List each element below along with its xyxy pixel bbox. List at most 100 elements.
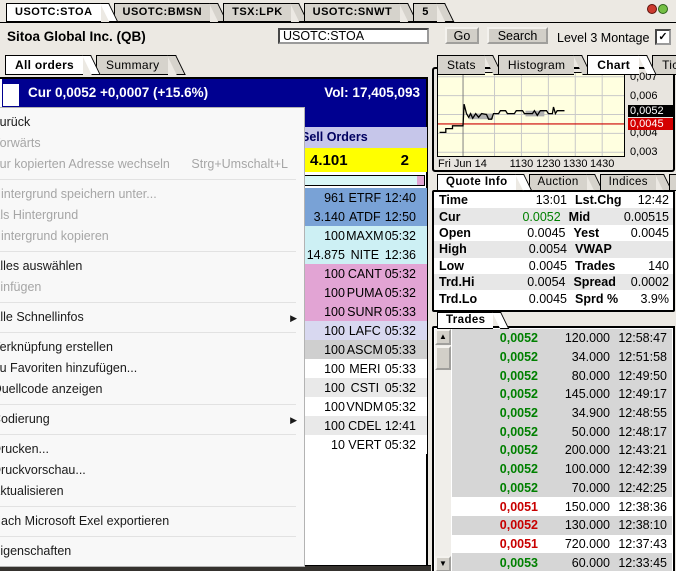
trade-row[interactable]: 0,0052 120.000 12:58:47 bbox=[452, 329, 672, 348]
order-time: 05:32 bbox=[385, 286, 427, 300]
best-ask-count: 2 bbox=[401, 152, 427, 169]
menu-item-label: Quellcode anzeigen bbox=[0, 382, 103, 396]
trade-size: 130.000 bbox=[538, 518, 610, 532]
montage-tab[interactable]: All orders bbox=[5, 55, 83, 75]
current-price-marker: 0,0052 bbox=[628, 105, 673, 117]
quote-label: Lst.Chg bbox=[567, 193, 633, 207]
menu-item[interactable]: Drucken... bbox=[0, 439, 304, 460]
red-indicator-icon[interactable] bbox=[647, 4, 657, 14]
green-indicator-icon[interactable] bbox=[658, 4, 668, 14]
menu-item[interactable]: Vorwärts bbox=[0, 133, 304, 154]
menu-item-group: Hintergrund speichern unter... bbox=[0, 184, 304, 205]
scroll-up-icon[interactable]: ▲ bbox=[435, 329, 451, 345]
window-tab[interactable]: USOTC:STOA bbox=[6, 3, 101, 22]
scroll-down-icon[interactable]: ▼ bbox=[435, 556, 451, 571]
trade-size: 100.000 bbox=[538, 462, 610, 476]
order-time: 05:32 bbox=[385, 229, 427, 243]
menu-item[interactable]: Eigenschaften bbox=[0, 541, 304, 562]
menu-item[interactable]: Alles auswählen bbox=[0, 256, 304, 277]
menu-item[interactable]: Alle Schnellinfos ▶ bbox=[0, 307, 304, 328]
menu-item-group: Nach Microsoft Exel exportieren bbox=[0, 511, 304, 537]
window-tab[interactable]: USOTC:BMSN bbox=[114, 3, 211, 22]
menu-item-label: Alle Schnellinfos bbox=[0, 310, 84, 324]
panel-tab[interactable]: Histogram bbox=[498, 55, 574, 75]
montage-tab-bar: All orders Summary bbox=[5, 55, 168, 75]
x-tick: Fri Jun 14 bbox=[438, 158, 498, 170]
quote-value: 0.0054 bbox=[494, 242, 567, 256]
menu-item[interactable]: Zurück bbox=[0, 112, 304, 133]
price-chart-svg bbox=[438, 73, 624, 156]
trade-price: 0,0052 bbox=[452, 387, 538, 401]
trade-row[interactable]: 0,0052 130.000 12:38:10 bbox=[452, 516, 672, 535]
level3-montage-checkbox[interactable]: ✓ bbox=[655, 29, 671, 45]
quote-value: 0.0054 bbox=[493, 275, 565, 289]
trade-row[interactable]: 0,0051 150.000 12:38:36 bbox=[452, 497, 672, 516]
order-time: 05:32 bbox=[385, 324, 427, 338]
trade-row[interactable]: 0,0052 70.000 12:42:25 bbox=[452, 479, 672, 498]
trades-tab[interactable]: Trades bbox=[437, 312, 493, 329]
market-maker-id: MAXM bbox=[345, 229, 385, 243]
trades-tab-bar: Trades bbox=[437, 312, 493, 329]
trade-row[interactable]: 0,0052 50.000 12:48:17 bbox=[452, 422, 672, 441]
search-button[interactable]: Search bbox=[487, 27, 548, 44]
x-tick: 1430 bbox=[585, 158, 619, 170]
market-maker-id: NITE bbox=[345, 248, 385, 262]
trade-size: 720.000 bbox=[538, 537, 610, 551]
quote-tab[interactable]: Indices bbox=[600, 174, 656, 191]
menu-item[interactable]: Aktualisieren bbox=[0, 481, 304, 502]
menu-item[interactable]: Zu Favoriten hinzufügen... bbox=[0, 358, 304, 379]
quote-value: 0.00515 bbox=[624, 210, 673, 224]
menu-item-group: Drucken... bbox=[0, 439, 304, 460]
menu-item[interactable]: Verknüpfung erstellen bbox=[0, 337, 304, 358]
menu-item[interactable]: Einfügen bbox=[0, 277, 304, 298]
menu-item-group: Eigenschaften bbox=[0, 541, 304, 562]
submenu-arrow-icon: ▶ bbox=[290, 410, 297, 431]
window-tab[interactable]: 5 bbox=[413, 3, 437, 22]
order-time: 05:32 bbox=[385, 438, 427, 452]
menu-item-group: Codierung ▶ bbox=[0, 409, 304, 435]
trade-price: 0,0051 bbox=[452, 500, 538, 514]
symbol-input[interactable] bbox=[278, 28, 429, 44]
trade-price: 0,0052 bbox=[452, 425, 538, 439]
quote-tab[interactable]: Auction bbox=[529, 174, 587, 191]
quote-tab[interactable]: Quote Info bbox=[437, 174, 516, 191]
window-tab[interactable]: TSX:LPK bbox=[223, 3, 291, 22]
go-button[interactable]: Go bbox=[445, 27, 479, 44]
market-maker-id: SUNR bbox=[345, 305, 385, 319]
menu-item-label: Zu Favoriten hinzufügen... bbox=[0, 361, 137, 375]
chart-plot[interactable] bbox=[437, 72, 625, 157]
window-tab[interactable]: USOTC:SNWT bbox=[304, 3, 401, 22]
menu-item[interactable]: Nach Microsoft Exel exportieren bbox=[0, 511, 304, 532]
market-maker-id: ASCM bbox=[345, 343, 385, 357]
menu-item-group: Als Hintergrund bbox=[0, 205, 304, 226]
menu-separator bbox=[0, 251, 296, 252]
montage-tab[interactable]: Summary bbox=[96, 55, 168, 75]
menu-item[interactable]: Quellcode anzeigen bbox=[0, 379, 304, 400]
menu-item[interactable]: Zur kopierten Adresse wechseln Strg+Umsc… bbox=[0, 154, 304, 175]
menu-item-group: Verknüpfung erstellen bbox=[0, 337, 304, 358]
level3-montage-label: Level 3 Montage bbox=[557, 31, 649, 45]
prev-close-marker: 0,0045 bbox=[628, 118, 673, 130]
trade-row[interactable]: 0,0052 34.900 12:48:55 bbox=[452, 404, 672, 423]
menu-separator bbox=[0, 332, 296, 333]
scrollbar-thumb[interactable] bbox=[435, 346, 451, 370]
trade-row[interactable]: 0,0052 145.000 12:49:17 bbox=[452, 385, 672, 404]
panel-tab[interactable]: Chart bbox=[587, 55, 639, 75]
menu-item[interactable]: Codierung ▶ bbox=[0, 409, 304, 430]
trades-scrollbar[interactable]: ▲ ▼ bbox=[435, 329, 451, 571]
trade-price: 0,0052 bbox=[452, 350, 538, 364]
trade-row[interactable]: 0,0052 80.000 12:49:50 bbox=[452, 366, 672, 385]
trade-row[interactable]: 0,0051 720.000 12:37:43 bbox=[452, 535, 672, 554]
menu-item[interactable]: Hintergrund kopieren bbox=[0, 226, 304, 247]
trade-row[interactable]: 0,0052 200.000 12:43:21 bbox=[452, 441, 672, 460]
trade-row[interactable]: 0,0052 34.000 12:51:58 bbox=[452, 348, 672, 367]
quote-tab[interactable]: Flow bbox=[669, 174, 676, 191]
trade-price: 0,0052 bbox=[452, 518, 538, 532]
trade-time: 12:48:55 bbox=[610, 406, 672, 420]
trade-row[interactable]: 0,0053 60.000 12:33:45 bbox=[452, 553, 672, 571]
trade-row[interactable]: 0,0052 100.000 12:42:39 bbox=[452, 460, 672, 479]
menu-item[interactable]: Druckvorschau... bbox=[0, 460, 304, 481]
menu-item[interactable]: Als Hintergrund bbox=[0, 205, 304, 226]
menu-item[interactable]: Hintergrund speichern unter... bbox=[0, 184, 304, 205]
panel-tab[interactable]: Stats bbox=[437, 55, 485, 75]
